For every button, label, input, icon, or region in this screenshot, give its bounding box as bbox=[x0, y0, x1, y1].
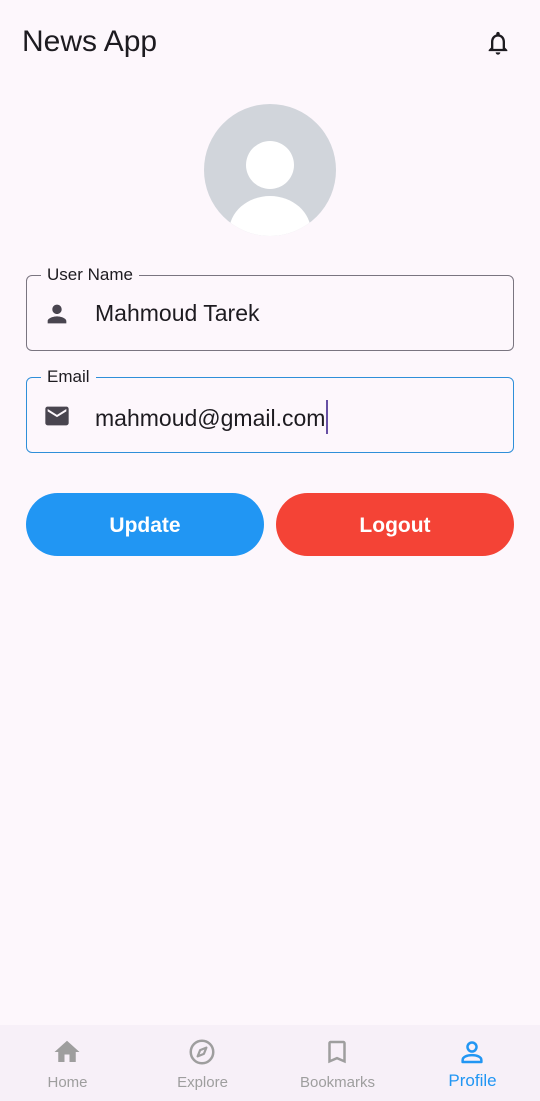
nav-label-profile: Profile bbox=[448, 1071, 497, 1090]
app-title: News App bbox=[22, 25, 158, 58]
email-label: Email bbox=[41, 367, 96, 387]
logout-button[interactable]: Logout bbox=[276, 493, 514, 556]
nav-label-home: Home bbox=[47, 1074, 88, 1091]
nav-label-bookmarks: Bookmarks bbox=[299, 1074, 376, 1091]
compass-icon bbox=[189, 1039, 215, 1065]
username-field[interactable]: User Name Mahmoud Tarek bbox=[26, 265, 514, 351]
email-text: mahmoud@gmail.com bbox=[95, 405, 326, 431]
text-caret bbox=[326, 400, 329, 434]
person-icon bbox=[47, 304, 67, 324]
email-value[interactable]: mahmoud@gmail.com bbox=[95, 400, 329, 434]
nav-item-bookmarks[interactable]: Bookmarks bbox=[270, 1025, 405, 1101]
person-outline-icon bbox=[461, 1041, 483, 1064]
bell-icon[interactable] bbox=[484, 28, 512, 58]
nav-label-explore: Explore bbox=[177, 1074, 228, 1091]
avatar[interactable] bbox=[204, 104, 336, 236]
update-button[interactable]: Update bbox=[26, 493, 264, 556]
bookmark-icon bbox=[328, 1040, 346, 1064]
email-field[interactable]: Email mahmoud@gmail.com bbox=[26, 367, 514, 453]
username-label: User Name bbox=[41, 265, 139, 285]
person-avatar-icon bbox=[229, 141, 311, 236]
nav-item-explore[interactable]: Explore bbox=[135, 1025, 270, 1101]
nav-item-home[interactable]: Home bbox=[0, 1025, 135, 1101]
app-bar: News App bbox=[0, 0, 540, 86]
bottom-navigation: Home Explore Bookmarks Profile bbox=[0, 1025, 540, 1101]
mail-icon bbox=[45, 406, 69, 426]
home-icon bbox=[54, 1040, 80, 1062]
username-value[interactable]: Mahmoud Tarek bbox=[95, 298, 260, 328]
nav-item-profile[interactable]: Profile bbox=[405, 1025, 540, 1101]
